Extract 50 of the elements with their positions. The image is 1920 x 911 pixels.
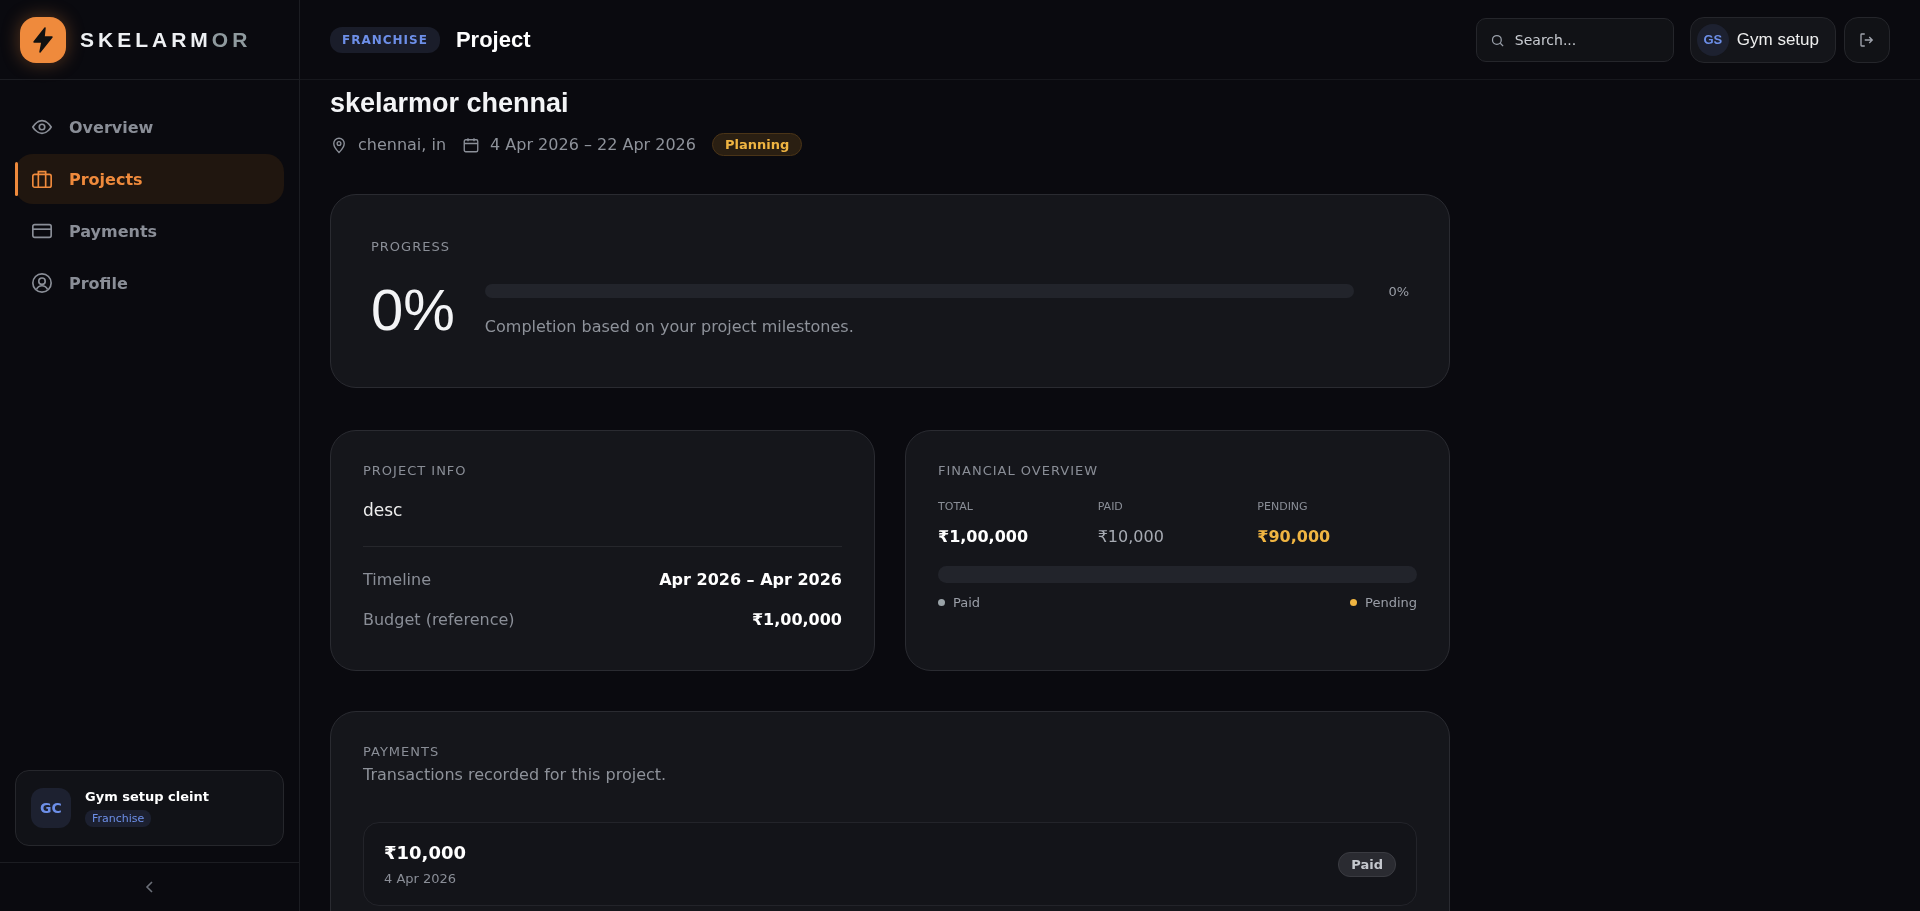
logout-icon: [1858, 30, 1876, 49]
info-value: Apr 2026 – Apr 2026: [659, 569, 842, 589]
stat-value: ₹90,000: [1257, 527, 1332, 546]
user-circle-icon: [31, 272, 53, 294]
stat-value: ₹10,000: [1097, 527, 1165, 546]
stat-label: TOTAL: [938, 500, 974, 513]
user-menu-button[interactable]: GS Gym setup: [1689, 16, 1836, 63]
progress-percent: 0%: [371, 276, 455, 343]
nav-item[interactable]: Overview: [15, 102, 284, 152]
stat-label: PENDING: [1257, 500, 1309, 513]
nav-item[interactable]: Projects: [15, 154, 284, 204]
payments-subtitle: Transactions recorded for this project.: [363, 765, 668, 784]
bolt-logo-icon: [20, 16, 66, 63]
nav-item[interactable]: Payments: [15, 206, 284, 256]
avatar-initials: GC: [31, 788, 71, 828]
card-heading: FINANCIAL OVERVIEW: [938, 463, 1100, 478]
legend-label: Paid: [953, 595, 981, 610]
franchise-badge: FRANCHISE: [330, 26, 440, 53]
progress-reading: 0%: [1388, 283, 1409, 299]
calendar-icon: [462, 135, 481, 154]
user-card[interactable]: GC Gym setup cleint Franchise: [15, 770, 284, 846]
location-text: chennai, in: [358, 135, 447, 154]
date-range: 4 Apr 2026 – 22 Apr 2026: [490, 135, 696, 154]
search-field[interactable]: Search...: [1475, 17, 1674, 62]
logout-button[interactable]: [1844, 16, 1890, 63]
collapse-chevron-icon[interactable]: [144, 880, 155, 894]
card-heading: PROGRESS: [371, 239, 451, 254]
nav-item[interactable]: Profile: [15, 258, 284, 308]
search-icon: [1489, 32, 1505, 48]
description-text: desc: [363, 500, 404, 522]
page-title: Project: [455, 26, 531, 53]
stat-value: ₹1,00,000: [938, 527, 1030, 546]
card-heading: PAYMENTS: [363, 744, 441, 759]
user-name: Gym setup cleint: [85, 789, 209, 804]
map-pin-icon: [330, 135, 348, 154]
payment-amount: ₹10,000: [384, 842, 466, 863]
brand-name: SKELARM OR: [80, 27, 252, 52]
progress-caption: Completion based on your project milestones.: [484, 316, 855, 336]
card-heading: PROJECT INFO: [363, 463, 468, 478]
status-badge: Paid: [1338, 851, 1396, 877]
info-label: Timeline: [363, 569, 432, 589]
stat-label: PAID: [1097, 500, 1124, 513]
legend-label: Pending: [1365, 595, 1417, 610]
payment-date: 4 Apr 2026: [384, 871, 458, 886]
project-title: skelarmor chennai: [330, 88, 570, 119]
role-tag: Franchise: [85, 810, 152, 827]
info-value: ₹1,00,000: [751, 609, 842, 629]
briefcase-icon: [31, 168, 53, 190]
status-badge: Planning: [711, 133, 803, 156]
info-label: Budget (reference): [363, 609, 515, 629]
